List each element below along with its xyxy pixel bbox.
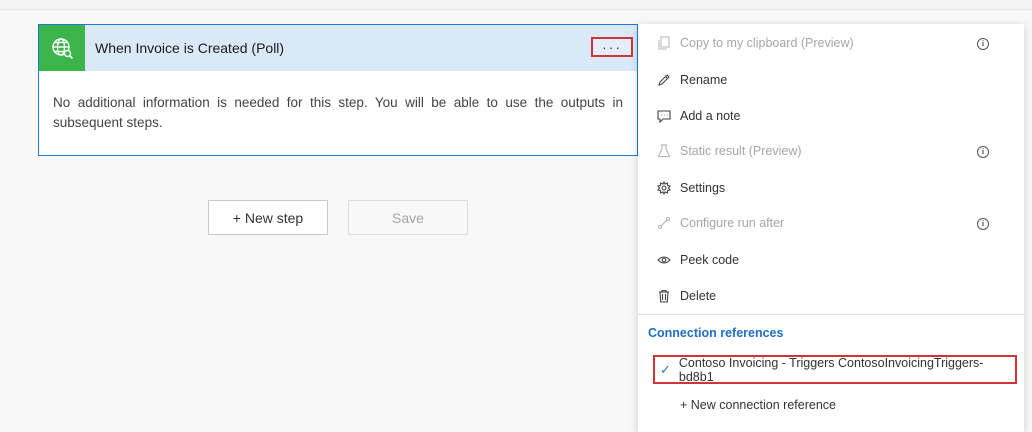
gear-icon bbox=[656, 180, 672, 196]
top-bar bbox=[0, 0, 1032, 10]
step-body-text: No additional information is needed for … bbox=[53, 95, 623, 130]
menu-item-peek-code[interactable]: Peek code bbox=[638, 243, 1024, 277]
connection-reference-option[interactable]: ✓ Contoso Invoicing - Triggers ContosoIn… bbox=[653, 355, 1017, 384]
menu-item-label: Static result (Preview) bbox=[680, 144, 802, 158]
info-icon[interactable]: i bbox=[977, 218, 989, 230]
copy-icon bbox=[656, 35, 672, 51]
step-header[interactable]: When Invoice is Created (Poll) ··· bbox=[39, 25, 637, 71]
more-options-button[interactable]: ··· bbox=[591, 37, 633, 57]
menu-item-rename[interactable]: Rename bbox=[638, 63, 1024, 97]
menu-item-add-note[interactable]: Add a note bbox=[638, 99, 1024, 133]
flask-icon bbox=[656, 143, 672, 159]
menu-item-label: Configure run after bbox=[680, 216, 785, 230]
menu-item-delete[interactable]: Delete bbox=[638, 279, 1024, 313]
save-button[interactable]: Save bbox=[348, 200, 468, 235]
run-after-icon bbox=[656, 215, 672, 231]
menu-item-static-result[interactable]: Static result (Preview) i bbox=[638, 134, 1024, 168]
info-icon[interactable]: i bbox=[977, 146, 989, 158]
menu-item-label: Delete bbox=[680, 289, 717, 303]
menu-item-label: Peek code bbox=[680, 253, 740, 267]
new-step-button[interactable]: + New step bbox=[208, 200, 328, 235]
eye-icon bbox=[656, 252, 672, 268]
checkmark-icon: ✓ bbox=[660, 361, 671, 377]
step-title[interactable]: When Invoice is Created (Poll) bbox=[95, 40, 284, 56]
trash-icon bbox=[656, 288, 672, 304]
menu-item-label: Add a note bbox=[680, 109, 741, 123]
menu-item-label: Rename bbox=[680, 73, 728, 87]
menu-item-configure-run-after[interactable]: Configure run after i bbox=[638, 206, 1024, 240]
pencil-icon bbox=[656, 72, 672, 88]
menu-item-label: Copy to my clipboard (Preview) bbox=[680, 36, 854, 50]
note-icon bbox=[656, 108, 672, 124]
menu-item-copy-clipboard[interactable]: Copy to my clipboard (Preview) i bbox=[638, 26, 1024, 60]
connection-reference-label: Contoso Invoicing - Triggers ContosoInvo… bbox=[678, 355, 984, 384]
new-connection-reference-link[interactable]: + New connection reference bbox=[680, 398, 836, 412]
connection-references-heading: Connection references bbox=[648, 326, 784, 340]
menu-item-settings[interactable]: Settings bbox=[638, 171, 1024, 205]
menu-item-label: Settings bbox=[680, 181, 726, 195]
info-icon[interactable]: i bbox=[977, 38, 989, 50]
globe-search-icon bbox=[39, 25, 85, 71]
trigger-step-card[interactable]: When Invoice is Created (Poll) ··· No ad… bbox=[38, 24, 638, 156]
menu-divider bbox=[638, 314, 1024, 315]
step-context-menu: Copy to my clipboard (Preview) i Rename … bbox=[638, 24, 1024, 432]
